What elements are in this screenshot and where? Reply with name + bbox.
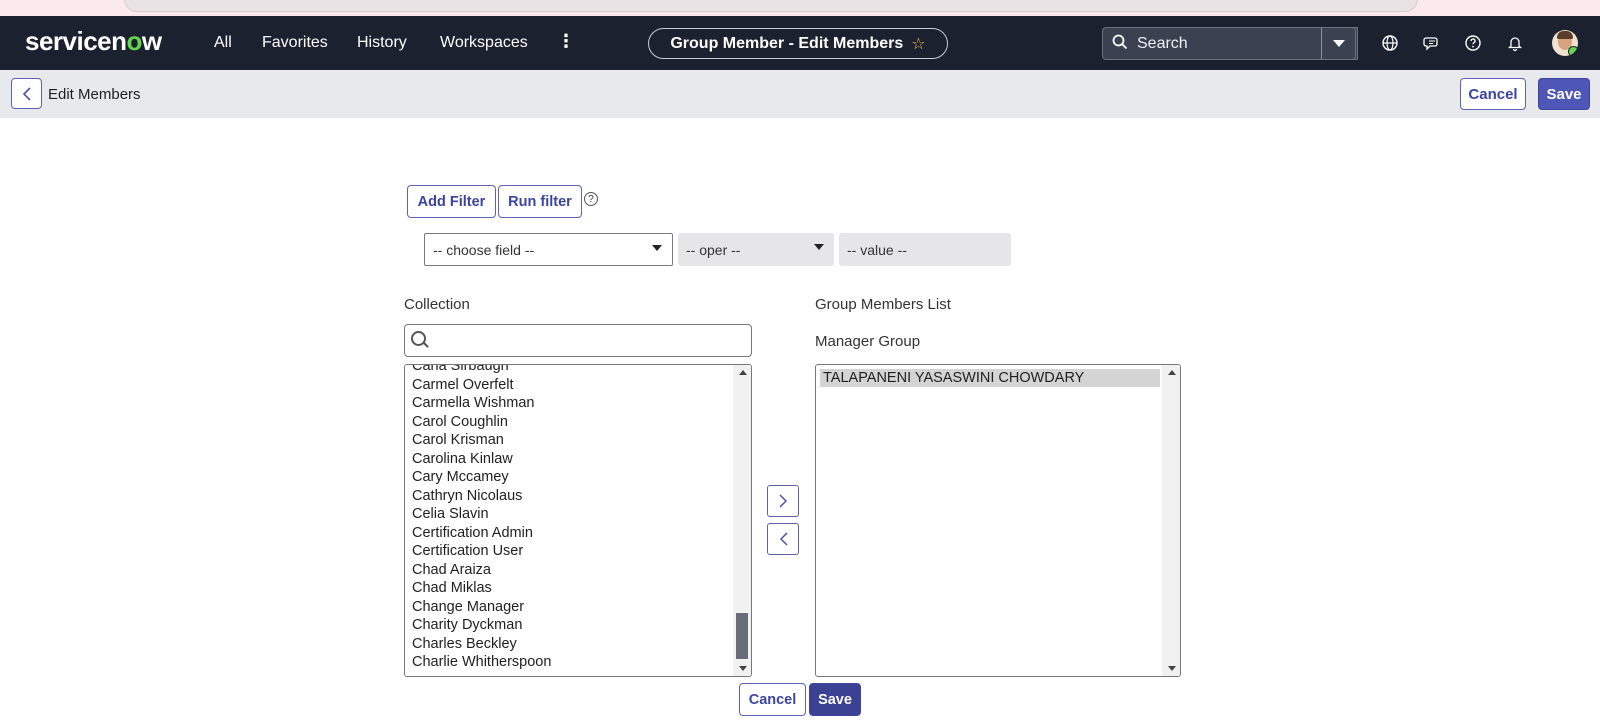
collection-list-item[interactable]: Carmella Wishman (412, 394, 733, 413)
global-search-input[interactable]: Search (1102, 27, 1358, 60)
scroll-up-arrow-icon[interactable] (739, 370, 747, 375)
search-scope-dropdown[interactable] (1321, 27, 1356, 60)
collection-label: Collection (404, 296, 470, 313)
user-avatar[interactable] (1552, 30, 1578, 56)
collection-scrollbar[interactable] (733, 365, 751, 676)
filter-help-icon[interactable]: ? (584, 192, 598, 206)
context-title-pill: Group Member - Edit Members ☆ (648, 28, 948, 59)
nav-history[interactable]: History (357, 34, 407, 52)
scroll-down-arrow-icon[interactable] (739, 666, 747, 671)
nav-favorites[interactable]: Favorites (262, 34, 328, 52)
header-save-button[interactable]: Save (1538, 78, 1590, 110)
collection-list-item[interactable]: Carolina Kinlaw (412, 450, 733, 469)
collection-list-item[interactable]: Cathryn Nicolaus (412, 487, 733, 506)
collection-list-item[interactable]: Change Manager (412, 598, 733, 617)
search-icon (1103, 34, 1137, 54)
scroll-down-arrow-icon[interactable] (1168, 666, 1176, 671)
collection-list-item[interactable]: Carmel Overfelt (412, 376, 733, 395)
operator-select[interactable]: -- oper -- (678, 233, 834, 266)
operator-placeholder: -- oper -- (686, 241, 741, 258)
servicenow-logo[interactable]: servicenow (25, 26, 162, 57)
choose-field-select[interactable]: -- choose field -- (424, 233, 673, 266)
back-button[interactable] (11, 78, 42, 109)
footer-save-button[interactable]: Save (809, 683, 861, 716)
remove-from-members-button[interactable] (767, 523, 799, 555)
selected-member-item[interactable]: TALAPANENI YASASWINI CHOWDARY (820, 369, 1160, 387)
collection-list-item[interactable]: Carol Coughlin (412, 413, 733, 432)
chevron-down-icon (814, 244, 824, 250)
collection-list-item[interactable]: Charity Dyckman (412, 616, 733, 635)
collection-list-item[interactable]: Celia Slavin (412, 505, 733, 524)
notifications-bell-icon[interactable] (1505, 34, 1525, 54)
top-navigation-bar: servicenow All Favorites History Workspa… (0, 16, 1600, 70)
collection-listbox[interactable]: Carla Sirbaugh Carmel Overfelt Carmella Wi… (404, 364, 752, 677)
scroll-up-arrow-icon[interactable] (1168, 370, 1176, 375)
choose-field-placeholder: -- choose field -- (433, 241, 535, 258)
chevron-left-icon (779, 532, 788, 546)
collection-list-item[interactable]: Certification Admin (412, 524, 733, 543)
nav-workspaces[interactable]: Workspaces (440, 34, 528, 52)
collection-list-item[interactable]: Carol Krisman (412, 431, 733, 450)
chevron-down-icon (652, 245, 662, 251)
chevron-right-icon (778, 494, 787, 508)
chat-icon[interactable] (1422, 34, 1442, 54)
favorite-star-icon[interactable]: ☆ (911, 34, 925, 54)
page-title: Edit Members (48, 86, 141, 103)
more-menu-icon[interactable]: ⋮ (557, 31, 575, 52)
run-filter-button[interactable]: Run filter (498, 185, 582, 218)
collection-list-item[interactable]: Charlie Whitherspoon (412, 653, 733, 672)
value-placeholder: -- value -- (847, 241, 907, 258)
footer-cancel-button[interactable]: Cancel (739, 683, 806, 716)
collection-list-item[interactable]: Chad Miklas (412, 579, 733, 598)
search-icon (411, 331, 426, 346)
header-cancel-button[interactable]: Cancel (1460, 78, 1526, 110)
nav-all[interactable]: All (214, 34, 232, 52)
collection-list-item[interactable]: Cary Mccamey (412, 468, 733, 487)
collection-list-item[interactable]: Charles Beckley (412, 635, 733, 654)
help-icon[interactable] (1463, 34, 1483, 54)
browser-tab-strip (0, 0, 1600, 16)
avatar-hair (1557, 31, 1573, 39)
browser-address-bar (124, 0, 1418, 12)
collection-list-item[interactable]: Certification User (412, 542, 733, 561)
collection-items: Carla Sirbaugh Carmel Overfelt Carmella Wi… (412, 365, 733, 672)
collection-list-item[interactable]: Chad Araiza (412, 561, 733, 580)
group-members-listbox[interactable]: TALAPANENI YASASWINI CHOWDARY (815, 364, 1181, 677)
group-members-list-label: Group Members List (815, 296, 951, 313)
value-input[interactable]: -- value -- (839, 233, 1011, 266)
globe-icon[interactable] (1380, 34, 1400, 54)
add-filter-button[interactable]: Add Filter (407, 185, 496, 218)
chevron-left-icon (22, 86, 31, 101)
manager-group-label: Manager Group (815, 333, 921, 350)
form-title-bar: Edit Members Cancel Save (0, 70, 1600, 118)
members-scrollbar[interactable] (1162, 365, 1180, 676)
collection-search-input[interactable] (404, 324, 752, 357)
context-title: Group Member - Edit Members (670, 34, 904, 52)
collection-scroll-thumb[interactable] (736, 613, 748, 659)
add-to-members-button[interactable] (767, 485, 799, 517)
collection-list-item[interactable]: Carla Sirbaugh (412, 365, 733, 376)
online-status-dot (1568, 46, 1578, 56)
search-placeholder: Search (1137, 34, 1188, 52)
